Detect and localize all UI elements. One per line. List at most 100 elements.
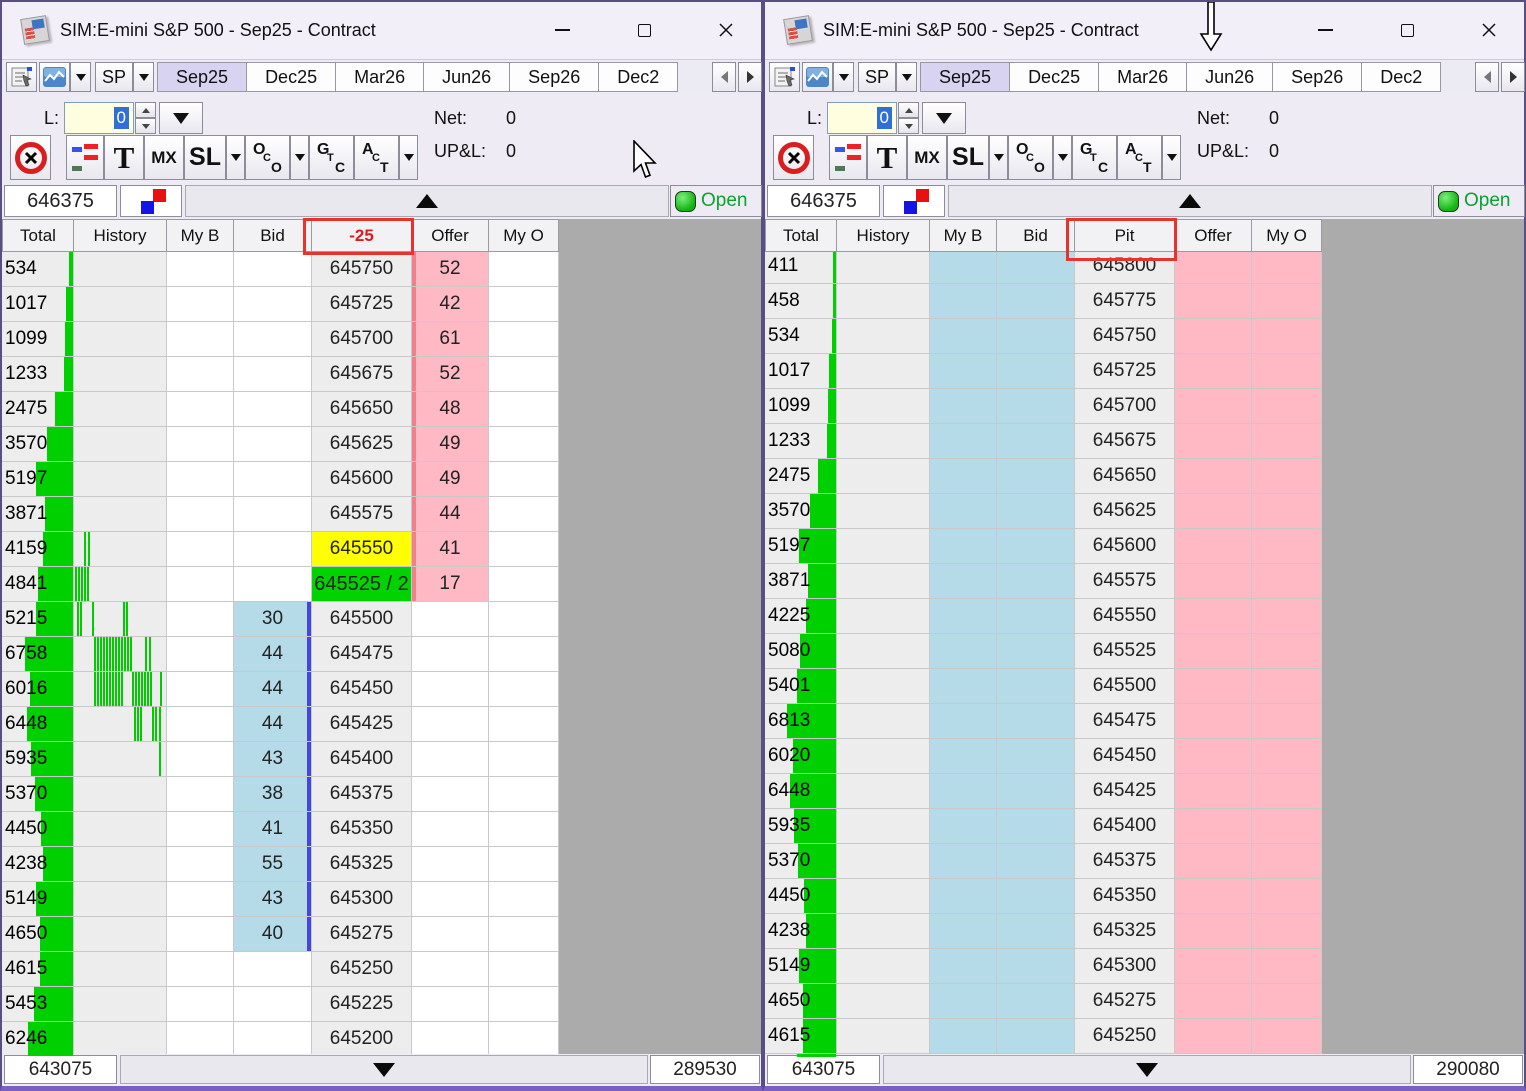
my-bid-cell[interactable] (930, 529, 997, 564)
price-cell[interactable]: 645550 (1075, 599, 1175, 634)
bid-cell[interactable]: 43 (234, 742, 312, 777)
column-header-offer[interactable]: Offer (1175, 219, 1252, 252)
price-cell[interactable]: 645400 (1075, 809, 1175, 844)
bid-cell[interactable] (234, 322, 312, 357)
my-bid-cell[interactable] (167, 882, 234, 917)
my-offer-cell[interactable] (1252, 424, 1322, 459)
my-bid-cell[interactable] (167, 322, 234, 357)
order-type-button-mx[interactable]: MX (144, 135, 184, 180)
my-offer-cell[interactable] (1252, 459, 1322, 494)
my-offer-cell[interactable] (1252, 599, 1322, 634)
my-offer-cell[interactable] (1252, 1019, 1322, 1054)
bid-cell[interactable] (234, 987, 312, 1022)
offer-cell[interactable] (1175, 844, 1252, 879)
bid-cell[interactable] (234, 462, 312, 497)
price-cell[interactable]: 645625 (312, 427, 412, 462)
minimize-button[interactable] (1303, 11, 1347, 49)
order-type-dropdown-act[interactable] (399, 135, 418, 180)
my-offer-cell[interactable] (489, 917, 559, 952)
price-cell[interactable]: 645325 (1075, 914, 1175, 949)
price-cell[interactable]: 645350 (312, 812, 412, 847)
order-type-button-act[interactable]: ACT (354, 135, 399, 180)
my-offer-cell[interactable] (489, 742, 559, 777)
bid-cell[interactable]: 44 (234, 707, 312, 742)
column-header-history[interactable]: History (837, 219, 930, 252)
my-offer-cell[interactable] (489, 987, 559, 1022)
bid-cell[interactable]: 40 (234, 917, 312, 952)
offer-cell[interactable] (1175, 424, 1252, 459)
my-bid-cell[interactable] (167, 987, 234, 1022)
offer-cell[interactable] (412, 707, 489, 742)
recenter-down-track[interactable] (120, 1055, 648, 1084)
my-bid-cell[interactable] (167, 287, 234, 322)
my-bid-cell[interactable] (167, 532, 234, 567)
offer-cell[interactable]: 42 (412, 287, 489, 322)
offer-cell[interactable]: 49 (412, 462, 489, 497)
tab-mar26[interactable]: Mar26 (336, 62, 424, 92)
price-cell[interactable]: 645675 (1075, 424, 1175, 459)
my-offer-cell[interactable] (489, 287, 559, 322)
my-bid-cell[interactable] (930, 319, 997, 354)
bid-cell[interactable]: 55 (234, 847, 312, 882)
chart-button[interactable] (802, 62, 833, 92)
column-header-total[interactable]: Total (2, 219, 74, 252)
my-bid-cell[interactable] (930, 669, 997, 704)
my-bid-cell[interactable] (930, 739, 997, 774)
my-offer-cell[interactable] (1252, 252, 1322, 284)
recenter-up-track[interactable] (948, 185, 1432, 217)
offer-cell[interactable] (412, 917, 489, 952)
column-header-my-b[interactable]: My B (930, 219, 997, 252)
column-header-my-o[interactable]: My O (1252, 219, 1322, 252)
properties-button[interactable] (6, 62, 37, 92)
offer-cell[interactable]: 41 (412, 532, 489, 567)
bid-cell[interactable] (997, 1019, 1075, 1054)
tab-sep25[interactable]: Sep25 (157, 62, 247, 92)
offer-cell[interactable]: 61 (412, 322, 489, 357)
my-offer-cell[interactable] (1252, 529, 1322, 564)
bid-cell[interactable]: 44 (234, 637, 312, 672)
price-cell[interactable]: 645375 (1075, 844, 1175, 879)
bid-cell[interactable] (997, 634, 1075, 669)
offer-cell[interactable] (1175, 252, 1252, 284)
bid-cell[interactable] (234, 532, 312, 567)
recenter-up-track[interactable] (185, 185, 669, 217)
my-offer-cell[interactable] (489, 882, 559, 917)
bid-cell[interactable] (234, 952, 312, 987)
my-offer-cell[interactable] (489, 532, 559, 567)
offer-cell[interactable] (1175, 774, 1252, 809)
price-cell[interactable]: 645200 (312, 1022, 412, 1057)
offer-cell[interactable] (1175, 529, 1252, 564)
offer-cell[interactable] (1175, 1019, 1252, 1054)
tab-dec25[interactable]: Dec25 (1010, 62, 1099, 92)
offer-cell[interactable] (1175, 354, 1252, 389)
my-bid-cell[interactable] (167, 462, 234, 497)
bid-cell[interactable] (997, 599, 1075, 634)
offer-cell[interactable] (1175, 669, 1252, 704)
offer-cell[interactable] (1175, 739, 1252, 774)
my-offer-cell[interactable] (1252, 914, 1322, 949)
my-bid-cell[interactable] (930, 879, 997, 914)
offer-cell[interactable] (1175, 809, 1252, 844)
maximize-button[interactable] (622, 11, 666, 49)
order-type-button-mx[interactable]: MX (907, 135, 947, 180)
offer-cell[interactable] (412, 672, 489, 707)
bid-cell[interactable] (997, 739, 1075, 774)
market-depth-button[interactable] (66, 135, 104, 180)
my-bid-cell[interactable] (930, 252, 997, 284)
price-cell[interactable]: 645525 / 2 (312, 567, 412, 602)
bid-cell[interactable] (997, 319, 1075, 354)
bid-cell[interactable]: 44 (234, 672, 312, 707)
my-bid-cell[interactable] (167, 252, 234, 287)
bid-cell[interactable] (997, 354, 1075, 389)
price-cell[interactable]: 645675 (312, 357, 412, 392)
bid-cell[interactable] (997, 459, 1075, 494)
order-type-dropdown-sl[interactable] (989, 135, 1008, 180)
my-bid-cell[interactable] (167, 637, 234, 672)
order-type-button-t[interactable]: T (867, 135, 907, 180)
my-offer-cell[interactable] (489, 322, 559, 357)
my-offer-cell[interactable] (1252, 494, 1322, 529)
spinner-down-button[interactable] (135, 118, 156, 134)
my-offer-cell[interactable] (1252, 669, 1322, 704)
column-header-my-o[interactable]: My O (489, 219, 559, 252)
offer-cell[interactable]: 52 (412, 357, 489, 392)
